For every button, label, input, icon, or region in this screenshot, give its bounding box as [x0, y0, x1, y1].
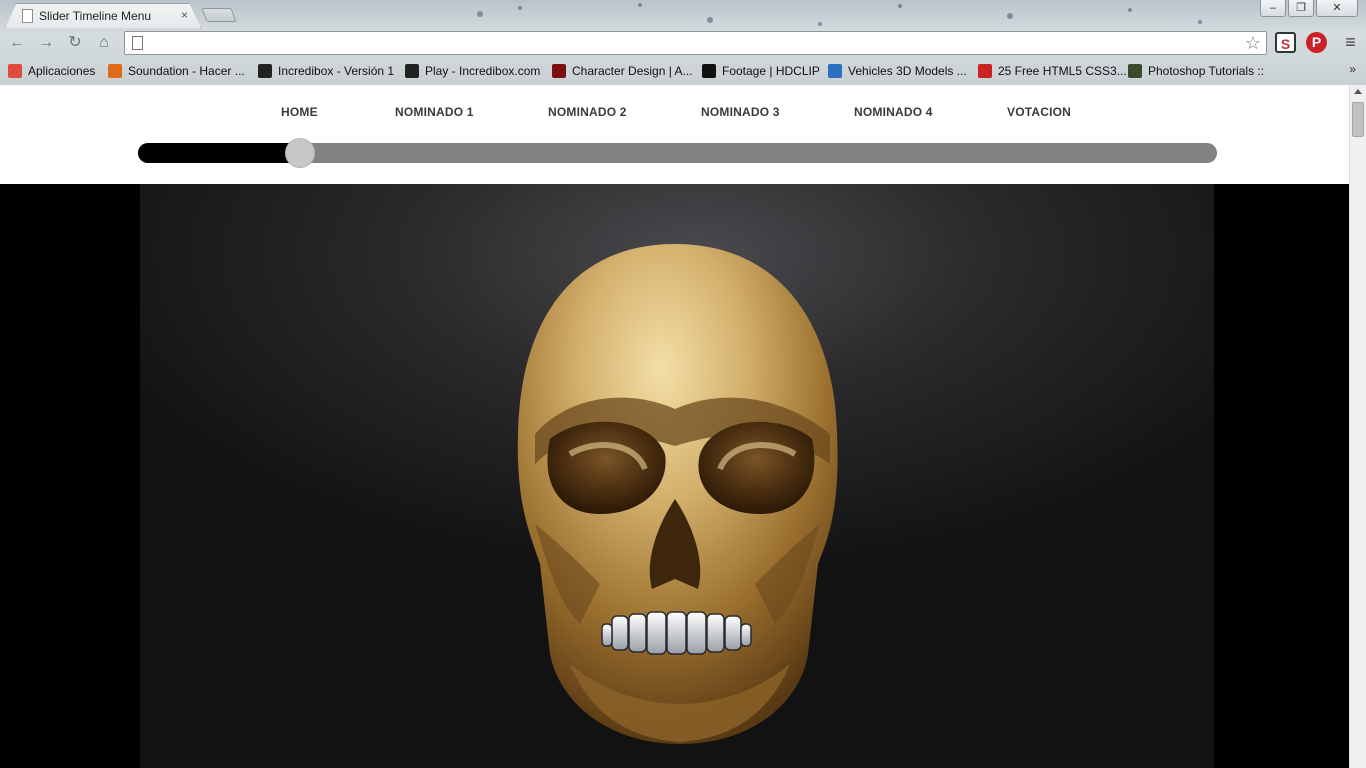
pinterest-icon[interactable]: P	[1306, 32, 1327, 53]
photoshop-icon	[1128, 64, 1142, 78]
bookmark-item[interactable]: Aplicaciones	[8, 62, 95, 80]
browser-chrome: Slider Timeline Menu × – ❐ ✕ ← → ↻ ⌂ ☆ S…	[0, 0, 1366, 85]
nav-nominado-3[interactable]: NOMINADO 3	[701, 105, 780, 119]
bookmarks-bar: Aplicaciones Soundation - Hacer ... Incred…	[0, 59, 1366, 83]
cd-icon	[552, 64, 566, 78]
bookmark-item[interactable]: Photoshop Tutorials ::	[1128, 62, 1264, 80]
tab-strip: Slider Timeline Menu × – ❐ ✕	[0, 0, 1366, 28]
menu-icon[interactable]: ≡	[1340, 32, 1361, 53]
3d-icon	[828, 64, 842, 78]
reload-icon[interactable]: ↻	[65, 34, 85, 52]
bookmark-item[interactable]: Play - Incredibox.com	[405, 62, 540, 80]
bookmark-label: Soundation - Hacer ...	[128, 64, 245, 78]
timeline-handle[interactable]	[284, 138, 315, 168]
new-tab-button[interactable]	[201, 8, 237, 22]
nav-nominado-2[interactable]: NOMINADO 2	[548, 105, 627, 119]
minimize-button[interactable]: –	[1260, 0, 1286, 17]
bookmark-label: Incredibox - Versión 1	[278, 64, 395, 78]
hdclip-icon	[702, 64, 716, 78]
tab-title: Slider Timeline Menu	[39, 9, 152, 23]
tab-active[interactable]: Slider Timeline Menu ×	[5, 3, 201, 28]
page-viewport: HOME NOMINADO 1 NOMINADO 2 NOMINADO 3 NO…	[0, 85, 1349, 768]
apps-grid-icon	[8, 64, 22, 78]
bookmark-item[interactable]: Footage | HDCLIP	[702, 62, 820, 80]
timeline-progress	[138, 143, 300, 163]
scrollbar-thumb[interactable]	[1352, 102, 1364, 137]
address-input[interactable]	[151, 34, 1231, 52]
window-controls: – ❐ ✕	[1260, 0, 1358, 17]
soundation-icon	[108, 64, 122, 78]
page-icon	[22, 9, 33, 23]
extension-s-icon[interactable]: S	[1275, 32, 1296, 53]
bookmark-item[interactable]: 25 Free HTML5 CSS3...	[978, 62, 1127, 80]
scroll-up-icon[interactable]	[1354, 89, 1362, 94]
incredibox-icon	[405, 64, 419, 78]
bookmark-item[interactable]: Soundation - Hacer ...	[108, 62, 245, 80]
bookmark-label: Aplicaciones	[28, 64, 96, 78]
back-icon[interactable]: ←	[7, 34, 27, 52]
bookmark-label: Vehicles 3D Models ...	[848, 64, 967, 78]
nav-votacion[interactable]: VOTACION	[1007, 105, 1071, 119]
bookmark-star-icon[interactable]: ☆	[1245, 33, 1261, 54]
main-nav: HOME NOMINADO 1 NOMINADO 2 NOMINADO 3 NO…	[0, 105, 1349, 123]
home-icon[interactable]: ⌂	[94, 34, 114, 52]
bookmark-label: Footage | HDCLIP	[722, 64, 820, 78]
bookmark-item[interactable]: Character Design | A...	[552, 62, 693, 80]
nav-nominado-1[interactable]: NOMINADO 1	[395, 105, 474, 119]
incredibox-icon	[258, 64, 272, 78]
bookmark-label: 25 Free HTML5 CSS3...	[998, 64, 1127, 78]
forward-icon[interactable]: →	[36, 34, 56, 52]
html5-icon	[978, 64, 992, 78]
nav-nominado-4[interactable]: NOMINADO 4	[854, 105, 933, 119]
bookmark-item[interactable]: Incredibox - Versión 1	[258, 62, 394, 80]
golden-skull-image	[517, 244, 838, 744]
hero-slide-image	[140, 184, 1214, 768]
page-scrollbar[interactable]	[1349, 85, 1366, 768]
page-icon	[132, 36, 143, 50]
bookmark-label: Play - Incredibox.com	[425, 64, 541, 78]
bookmark-label: Character Design | A...	[572, 64, 693, 78]
address-bar[interactable]: ☆	[124, 31, 1267, 55]
nav-home[interactable]: HOME	[281, 105, 318, 119]
bookmark-item[interactable]: Vehicles 3D Models ...	[828, 62, 967, 80]
close-window-button[interactable]: ✕	[1316, 0, 1358, 17]
timeline-slider[interactable]	[138, 138, 1217, 168]
site-header: HOME NOMINADO 1 NOMINADO 2 NOMINADO 3 NO…	[0, 85, 1349, 184]
bookmark-label: Photoshop Tutorials ::	[1148, 64, 1265, 78]
tab-close-icon[interactable]: ×	[181, 8, 188, 22]
restore-button[interactable]: ❐	[1288, 0, 1314, 17]
more-bookmarks-button[interactable]: »	[1349, 62, 1356, 76]
